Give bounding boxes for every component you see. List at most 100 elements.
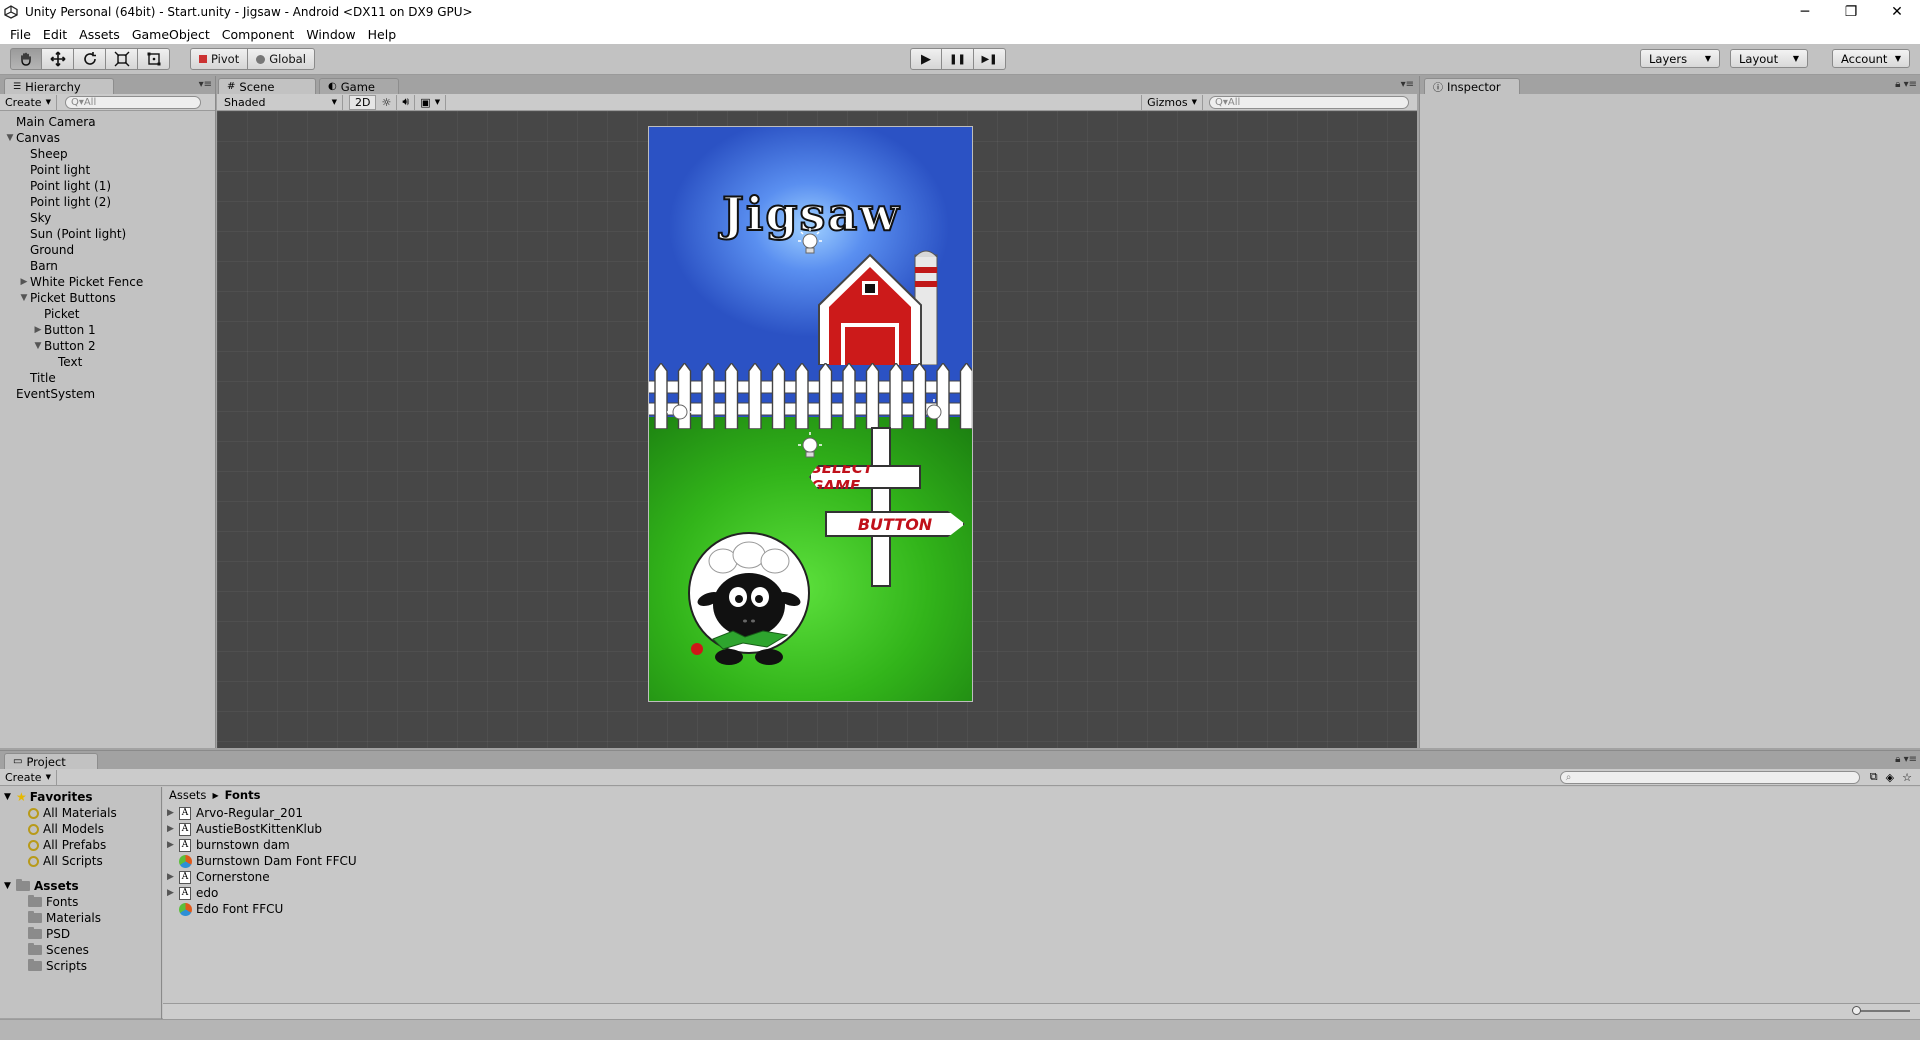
expand-arrow-icon[interactable]: ▼: [32, 341, 44, 351]
hierarchy-item[interactable]: ▼ Button 2: [0, 338, 215, 354]
expand-arrow-icon[interactable]: ▼: [4, 133, 16, 143]
hierarchy-item[interactable]: ▼ Picket Buttons: [0, 290, 215, 306]
select-game-button[interactable]: SELECT GAME: [809, 465, 921, 489]
menu-component[interactable]: Component: [216, 27, 301, 42]
gizmos-dropdown[interactable]: Gizmos ▼: [1141, 94, 1203, 110]
hierarchy-item[interactable]: Ground: [0, 242, 215, 258]
asset-folder-item[interactable]: Scenes: [0, 942, 161, 958]
asset-folder-item[interactable]: PSD: [0, 926, 161, 942]
project-search-input[interactable]: ⌕: [1559, 770, 1860, 784]
filter-by-type-icon[interactable]: ⧉: [1870, 770, 1878, 784]
project-create-dropdown[interactable]: Create ▼: [0, 769, 57, 785]
pivot-button[interactable]: Pivot: [190, 48, 249, 70]
hierarchy-item[interactable]: Title: [0, 370, 215, 386]
favorites-header[interactable]: ▼ ★ Favorites: [0, 789, 161, 805]
asset-folder-item[interactable]: Scripts: [0, 958, 161, 974]
breadcrumb-fonts[interactable]: Fonts: [225, 788, 261, 802]
hierarchy-item[interactable]: EventSystem: [0, 386, 215, 402]
move-tool-button[interactable]: [42, 48, 74, 70]
asset-folder-item[interactable]: Materials: [0, 910, 161, 926]
filter-by-label-icon[interactable]: ◈: [1886, 771, 1894, 784]
file-item[interactable]: Burnstown Dam Font FFCU: [167, 853, 357, 869]
restore-button[interactable]: ❐: [1828, 0, 1874, 24]
file-item[interactable]: ▶ A Arvo-Regular_201: [167, 805, 357, 821]
favorite-item[interactable]: All Models: [0, 821, 161, 837]
menu-window[interactable]: Window: [300, 27, 361, 42]
menu-file[interactable]: File: [4, 27, 37, 42]
expand-arrow-icon[interactable]: ▼: [18, 293, 30, 303]
panel-menu-icon[interactable]: ▾≡: [1401, 79, 1414, 90]
lighting-toggle-button[interactable]: ☼: [376, 94, 398, 110]
hierarchy-item[interactable]: Text: [0, 354, 215, 370]
tab-project[interactable]: ▭ Project: [4, 753, 98, 769]
scene-search-input[interactable]: Q▾All: [1209, 95, 1409, 109]
2d-toggle-button[interactable]: 2D: [349, 94, 377, 110]
hierarchy-item[interactable]: ▶ Button 1: [0, 322, 215, 338]
hierarchy-item[interactable]: Point light: [0, 162, 215, 178]
minimize-button[interactable]: ─: [1782, 0, 1828, 24]
rect-tool-button[interactable]: [138, 48, 170, 70]
expand-arrow-icon[interactable]: ▶: [18, 277, 30, 287]
asset-folder-item[interactable]: Fonts: [0, 894, 161, 910]
pause-button[interactable]: ❚❚: [942, 48, 974, 70]
icon-size-slider[interactable]: [1852, 1006, 1910, 1015]
layout-dropdown[interactable]: Layout ▼: [1730, 49, 1808, 68]
file-item[interactable]: ▶ Aedo: [167, 885, 357, 901]
step-button[interactable]: ▶❚: [974, 48, 1006, 70]
panel-menu-icon[interactable]: ▾≡: [199, 79, 212, 90]
hand-tool-button[interactable]: [10, 48, 42, 70]
scene-viewport[interactable]: Jigsaw SELECT GAME BUTTON: [217, 111, 1417, 748]
favorite-item[interactable]: All Materials: [0, 805, 161, 821]
hierarchy-item[interactable]: Picket: [0, 306, 215, 322]
file-item[interactable]: ▶ Aburnstown dam: [167, 837, 357, 853]
hierarchy-item[interactable]: Point light (2): [0, 194, 215, 210]
favorite-item[interactable]: All Scripts: [0, 853, 161, 869]
tab-inspector[interactable]: ⓘ Inspector: [1424, 78, 1520, 94]
hierarchy-item[interactable]: ▶ White Picket Fence: [0, 274, 215, 290]
layers-dropdown[interactable]: Layers ▼: [1640, 49, 1720, 68]
tab-hierarchy[interactable]: ☰ Hierarchy: [4, 78, 114, 94]
lock-icon[interactable]: 🔒︎ ▾≡: [1895, 754, 1917, 765]
rotate-tool-button[interactable]: [74, 48, 106, 70]
menu-gameobject[interactable]: GameObject: [126, 27, 216, 42]
hierarchy-item[interactable]: Main Camera: [0, 114, 215, 130]
slider-thumb[interactable]: [1852, 1006, 1861, 1015]
game-canvas-frame[interactable]: Jigsaw SELECT GAME BUTTON: [648, 126, 973, 702]
favorite-item[interactable]: All Prefabs: [0, 837, 161, 853]
hierarchy-create-dropdown[interactable]: Create ▼: [0, 94, 57, 110]
favorite-star-icon[interactable]: ☆: [1902, 771, 1912, 784]
close-button[interactable]: ✕: [1874, 0, 1920, 24]
lock-icon[interactable]: 🔒︎ ▾≡: [1895, 79, 1917, 90]
expand-arrow-icon[interactable]: ▶: [167, 888, 179, 898]
tab-scene[interactable]: # Scene: [218, 78, 316, 94]
expand-arrow-icon[interactable]: ▶: [167, 824, 179, 834]
assets-header[interactable]: ▼ Assets: [0, 878, 161, 894]
hierarchy-item[interactable]: ▼ Canvas: [0, 130, 215, 146]
scale-tool-button[interactable]: [106, 48, 138, 70]
hierarchy-search-input[interactable]: Q▾All: [64, 95, 201, 109]
menu-assets[interactable]: Assets: [73, 27, 126, 42]
global-button[interactable]: Global: [248, 48, 315, 70]
hierarchy-item[interactable]: Sky: [0, 210, 215, 226]
audio-toggle-button[interactable]: 🔊︎: [397, 94, 416, 110]
menu-edit[interactable]: Edit: [37, 27, 73, 42]
tab-game[interactable]: ◐ Game: [319, 78, 399, 94]
file-item[interactable]: Edo Font FFCU: [167, 901, 357, 917]
file-item[interactable]: ▶ A AustieBostKittenKlub: [167, 821, 357, 837]
expand-arrow-icon[interactable]: ▶: [167, 872, 179, 882]
breadcrumb-assets[interactable]: Assets: [169, 788, 206, 802]
hierarchy-item[interactable]: Point light (1): [0, 178, 215, 194]
effects-dropdown[interactable]: ▣ ▼: [415, 94, 447, 110]
hierarchy-item[interactable]: Barn: [0, 258, 215, 274]
button-sign[interactable]: BUTTON: [825, 511, 965, 537]
play-button[interactable]: ▶: [910, 48, 942, 70]
expand-arrow-icon[interactable]: ▶: [32, 325, 44, 335]
shading-mode-dropdown[interactable]: Shaded ▼: [219, 94, 343, 110]
menu-help[interactable]: Help: [362, 27, 403, 42]
expand-arrow-icon[interactable]: ▶: [167, 808, 179, 818]
hierarchy-item[interactable]: Sheep: [0, 146, 215, 162]
hierarchy-item[interactable]: Sun (Point light): [0, 226, 215, 242]
file-item[interactable]: ▶ A Cornerstone: [167, 869, 357, 885]
account-dropdown[interactable]: Account ▼: [1832, 49, 1910, 68]
expand-arrow-icon[interactable]: ▶: [167, 840, 179, 850]
